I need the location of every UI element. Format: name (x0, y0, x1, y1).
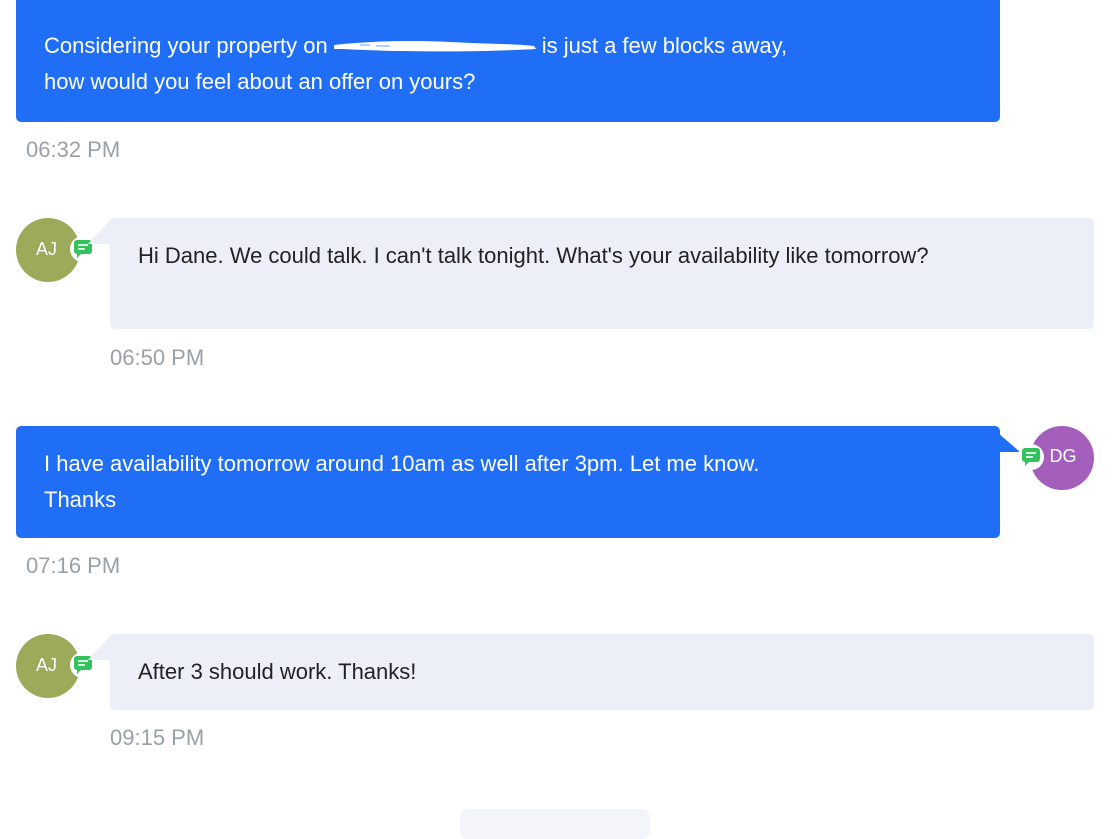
incoming-message-bubble: Hi Dane. We could talk. I can't talk ton… (110, 218, 1094, 329)
message-text-line: how would you feel about an offer on you… (44, 69, 476, 94)
message-text: Hi Dane. We could talk. I can't talk ton… (138, 243, 929, 268)
avatar-initials: DG (1049, 445, 1077, 466)
message-timestamp: 06:50 PM (110, 345, 205, 370)
message-thread: Considering your property on is just a fe… (0, 0, 1112, 839)
bubble-tail (88, 634, 112, 660)
outgoing-message-bubble: I have availability tomorrow around 10am… (16, 426, 1000, 538)
load-more-button[interactable] (460, 809, 650, 839)
avatar-initials: AJ (35, 238, 57, 259)
message-timestamp: 09:15 PM (110, 725, 205, 750)
message-text-line: I have availability tomorrow around 10am… (44, 451, 760, 476)
message-timestamp: 07:16 PM (26, 553, 121, 578)
message-text-line: Considering your property on is just a fe… (44, 28, 972, 64)
message-text: Considering your property on (44, 33, 328, 58)
bubble-tail (88, 218, 112, 244)
message-text: After 3 should work. Thanks! (138, 659, 417, 684)
incoming-message-bubble: After 3 should work. Thanks! (110, 634, 1094, 710)
sms-chat-icon (1018, 444, 1044, 470)
outgoing-message-bubble: Considering your property on is just a fe… (16, 0, 1000, 122)
message-timestamp: 06:32 PM (26, 137, 121, 162)
message-text: is just a few blocks away, (541, 33, 788, 58)
avatar-initials: AJ (35, 654, 57, 675)
redaction-scribble (330, 36, 538, 56)
message-text-line: Thanks (44, 487, 117, 512)
